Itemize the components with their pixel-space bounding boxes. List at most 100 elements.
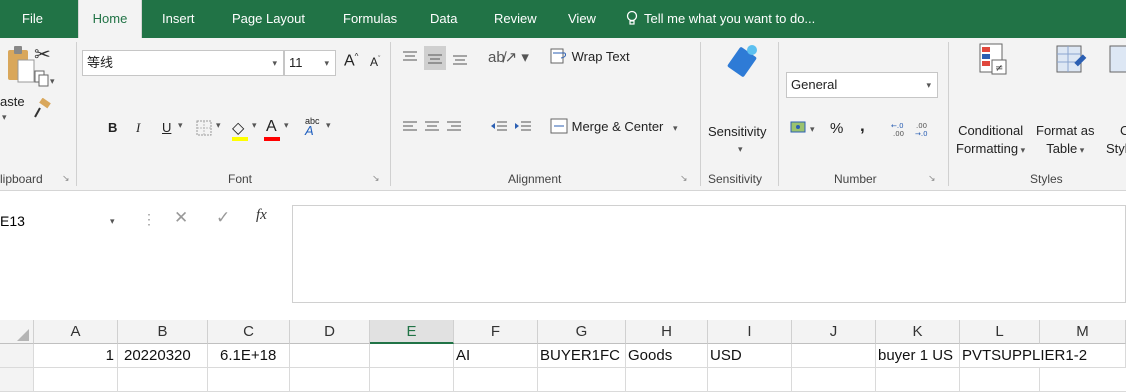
more-options-icon[interactable]: ⋮ (142, 211, 156, 228)
cell-d[interactable] (290, 344, 370, 368)
tab-review[interactable]: Review (494, 0, 537, 38)
chevron-down-icon[interactable]: ▾ (284, 120, 289, 131)
cell-styles-button[interactable]: Ce Style (1106, 122, 1126, 158)
cancel-icon[interactable]: ✕ (174, 208, 188, 228)
column-header-m[interactable]: M (1040, 320, 1126, 344)
empty-cell[interactable] (118, 368, 208, 392)
decrease-decimal-icon[interactable]: .00 →.0 (914, 120, 934, 141)
phonetic-guide-button[interactable]: abc A (305, 116, 320, 137)
percent-style-button[interactable]: % (830, 120, 843, 137)
align-middle-button[interactable] (424, 46, 446, 70)
paste-button[interactable]: aste (0, 94, 25, 109)
merge-center-button[interactable]: Merge & Center ▾ (550, 118, 678, 134)
align-left-icon[interactable] (402, 120, 418, 137)
font-color-button[interactable]: A (266, 118, 277, 136)
tab-page-layout[interactable]: Page Layout (232, 0, 305, 38)
align-bottom-icon[interactable] (452, 52, 468, 69)
format-as-table-icon[interactable] (1054, 42, 1090, 83)
column-header-c[interactable]: C (208, 320, 290, 344)
sensitivity-button[interactable]: Sensitivity (708, 124, 767, 139)
row-header[interactable] (0, 368, 34, 392)
shrink-font-button[interactable]: Aˇ (370, 55, 380, 69)
grow-font-button[interactable]: A^ (344, 52, 358, 70)
format-painter-icon[interactable] (32, 97, 54, 123)
empty-cell[interactable] (708, 368, 792, 392)
tell-me-box[interactable]: Tell me what you want to do... (626, 0, 815, 38)
font-size-box[interactable]: 11 ▾ (284, 50, 336, 76)
empty-cell[interactable] (876, 368, 960, 392)
align-top-icon[interactable] (402, 50, 418, 67)
column-header-a[interactable]: A (34, 320, 118, 344)
tab-home[interactable]: Home (78, 0, 142, 38)
worksheet-grid[interactable]: A B C D E F G H I J K L M 1 20220320 6.1… (0, 320, 1126, 392)
cell-j[interactable] (792, 344, 876, 368)
bold-button[interactable]: B (108, 120, 117, 135)
align-center-icon[interactable] (424, 120, 440, 137)
empty-cell[interactable] (792, 368, 876, 392)
borders-icon[interactable] (196, 120, 212, 139)
chevron-down-icon[interactable]: ▾ (178, 120, 183, 131)
chevron-down-icon[interactable]: ▾ (216, 120, 221, 131)
sensitivity-icon[interactable] (724, 42, 762, 83)
empty-cell[interactable] (538, 368, 626, 392)
empty-cell[interactable] (454, 368, 538, 392)
column-header-e[interactable]: E (370, 320, 454, 344)
accounting-format-icon[interactable]: ▾ (790, 120, 820, 139)
cell-a[interactable]: 1 (34, 344, 118, 368)
empty-cell[interactable] (208, 368, 290, 392)
select-all-corner[interactable] (0, 320, 34, 344)
chevron-down-icon[interactable]: ▾ (926, 73, 931, 97)
column-header-b[interactable]: B (118, 320, 208, 344)
cell-styles-icon[interactable] (1108, 42, 1126, 83)
column-header-j[interactable]: J (792, 320, 876, 344)
tab-file[interactable]: File (22, 0, 43, 38)
column-header-i[interactable]: I (708, 320, 792, 344)
cell-g[interactable]: BUYER1FC (538, 344, 626, 368)
format-as-table-button[interactable]: Format as Table ▾ (1036, 122, 1095, 159)
empty-cell[interactable] (370, 368, 454, 392)
chevron-down-icon[interactable]: ▾ (324, 51, 329, 75)
chevron-down-icon[interactable]: ▾ (110, 203, 115, 239)
alignment-launcher-icon[interactable]: ↘ (680, 173, 688, 184)
cell-i[interactable]: USD (708, 344, 792, 368)
chevron-down-icon[interactable]: ▾ (326, 120, 331, 131)
empty-cell[interactable] (960, 368, 1040, 392)
chevron-down-icon[interactable]: ▾ (272, 51, 277, 75)
conditional-formatting-button[interactable]: Conditional Formatting ▾ (956, 122, 1025, 159)
underline-button[interactable]: U (162, 120, 171, 135)
tab-view[interactable]: View (568, 0, 596, 38)
name-box[interactable]: E13 ▾ (0, 203, 128, 239)
align-right-icon[interactable] (446, 120, 462, 137)
font-name-box[interactable]: 等线 ▾ (82, 50, 284, 76)
italic-button[interactable]: I (136, 120, 140, 136)
tab-insert[interactable]: Insert (162, 0, 195, 38)
enter-check-icon[interactable]: ✓ (216, 208, 230, 228)
chevron-down-icon[interactable]: ▾ (673, 123, 678, 133)
tab-formulas[interactable]: Formulas (343, 0, 397, 38)
empty-cell[interactable] (34, 368, 118, 392)
chevron-down-icon[interactable]: ▾ (738, 144, 743, 155)
number-format-box[interactable]: General ▾ (786, 72, 938, 98)
cell-h[interactable]: Goods (626, 344, 708, 368)
paste-dropdown-icon[interactable]: ▾ (2, 112, 7, 123)
increase-indent-icon[interactable] (514, 120, 532, 137)
insert-function-button[interactable]: fx (256, 207, 267, 224)
orientation-icon[interactable]: ab̸↗ ▾ (488, 48, 529, 66)
cell-e[interactable] (370, 344, 454, 368)
column-header-h[interactable]: H (626, 320, 708, 344)
column-header-d[interactable]: D (290, 320, 370, 344)
number-launcher-icon[interactable]: ↘ (928, 173, 936, 184)
cell-c[interactable]: 6.1E+18 (208, 344, 290, 368)
cell-f[interactable]: AI (454, 344, 538, 368)
empty-cell[interactable] (626, 368, 708, 392)
empty-cell[interactable] (1040, 368, 1126, 392)
empty-cell[interactable] (290, 368, 370, 392)
cut-icon[interactable]: ✂ (34, 42, 51, 67)
decrease-indent-icon[interactable] (490, 120, 508, 137)
column-header-f[interactable]: F (454, 320, 538, 344)
conditional-formatting-icon[interactable]: ≠ (976, 42, 1012, 83)
cell-m[interactable] (1040, 344, 1126, 368)
increase-decimal-icon[interactable]: ←.0.00 (890, 120, 910, 141)
wrap-text-button[interactable]: Wrap Text (550, 48, 630, 64)
column-header-k[interactable]: K (876, 320, 960, 344)
